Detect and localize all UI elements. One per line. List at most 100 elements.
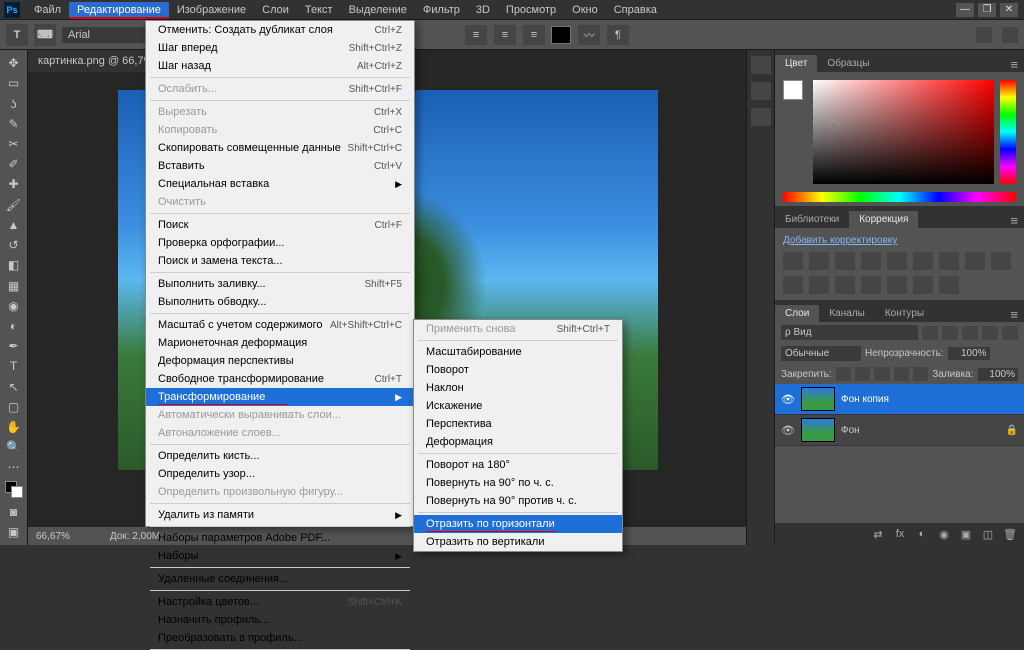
transform-menu-item-5[interactable]: Искажение xyxy=(414,397,622,415)
transform-menu-item-9[interactable]: Поворот на 180° xyxy=(414,456,622,474)
adj-curves-icon[interactable] xyxy=(835,252,855,270)
lock-nest-icon[interactable] xyxy=(894,367,909,381)
tab-swatches[interactable]: Образцы xyxy=(817,55,879,72)
adj-colorbal-icon[interactable] xyxy=(939,252,959,270)
edit-menu-item-40[interactable]: Назначить профиль... xyxy=(146,611,414,629)
menu-текст[interactable]: Текст xyxy=(297,2,341,18)
edit-menu-item-9[interactable]: ВставитьCtrl+V xyxy=(146,157,414,175)
menu-выделение[interactable]: Выделение xyxy=(341,2,415,18)
add-adjustment-link[interactable]: Добавить корректировку xyxy=(783,235,897,246)
maximize-button[interactable]: ❐ xyxy=(978,3,996,17)
filter-shape-icon[interactable] xyxy=(982,326,998,340)
edit-menu-item-14[interactable]: Проверка орфографии... xyxy=(146,234,414,252)
menu-фильтр[interactable]: Фильтр xyxy=(415,2,468,18)
more-tools[interactable]: ⋯ xyxy=(3,458,25,476)
blur-tool[interactable]: ◉ xyxy=(3,297,25,315)
tab-paths[interactable]: Контуры xyxy=(875,305,934,322)
layer-visibility-icon[interactable]: 👁 xyxy=(781,424,795,437)
layer-mask-icon[interactable]: ◐ xyxy=(914,527,930,541)
tab-channels[interactable]: Каналы xyxy=(819,305,875,322)
pen-tool[interactable]: ✒ xyxy=(3,337,25,355)
filter-image-icon[interactable] xyxy=(922,326,938,340)
close-button[interactable]: ✕ xyxy=(1000,3,1018,17)
adj-lookup-icon[interactable] xyxy=(809,276,829,294)
type-tool[interactable]: T xyxy=(3,357,25,375)
edit-menu-item-37[interactable]: Удаленные соединения... xyxy=(146,570,414,588)
adj-gradmap-icon[interactable] xyxy=(913,276,933,294)
path-select-tool[interactable]: ↖ xyxy=(3,378,25,396)
tab-layers[interactable]: Слои xyxy=(775,305,819,322)
adjustments-panel-menu-icon[interactable]: ≡ xyxy=(1004,213,1024,228)
edit-menu-item-32[interactable]: Удалить из памяти▶ xyxy=(146,506,414,524)
color-swatches[interactable] xyxy=(3,479,25,501)
filter-adj-icon[interactable] xyxy=(942,326,958,340)
tool-preset-icon[interactable]: ⌨ xyxy=(34,24,56,46)
lock-image-icon[interactable] xyxy=(855,367,870,381)
transform-menu-item-14[interactable]: Отразить по вертикали xyxy=(414,533,622,551)
character-panel-icon[interactable] xyxy=(751,108,771,126)
gradient-tool[interactable]: ▦ xyxy=(3,276,25,294)
eyedropper-tool[interactable]: ✐ xyxy=(3,155,25,173)
layer-row-0[interactable]: 👁Фон копия xyxy=(775,384,1024,415)
menu-редактирование[interactable]: Редактирование xyxy=(69,2,169,18)
spectrum-strip[interactable] xyxy=(783,192,1016,202)
new-group-icon[interactable]: ▣ xyxy=(958,527,974,541)
zoom-tool[interactable]: 🔍 xyxy=(3,438,25,456)
crop-tool[interactable]: ✂ xyxy=(3,135,25,153)
layer-row-1[interactable]: 👁Фон🔒 xyxy=(775,415,1024,446)
edit-menu-item-0[interactable]: Отменить: Создать дубликат слояCtrl+Z xyxy=(146,21,414,39)
edit-menu-item-2[interactable]: Шаг назадAlt+Ctrl+Z xyxy=(146,57,414,75)
transform-menu-item-10[interactable]: Повернуть на 90° по ч. с. xyxy=(414,474,622,492)
layer-thumbnail[interactable] xyxy=(801,418,835,442)
layers-panel-menu-icon[interactable]: ≡ xyxy=(1004,307,1024,322)
move-tool[interactable]: ✥ xyxy=(3,54,25,72)
warp-text-button[interactable]: 〰 xyxy=(578,25,600,45)
hand-tool[interactable]: ✋ xyxy=(3,418,25,436)
edit-menu-item-23[interactable]: Свободное трансформированиеCtrl+T xyxy=(146,370,414,388)
menu-окно[interactable]: Окно xyxy=(564,2,606,18)
blend-mode-select[interactable]: Обычные xyxy=(781,346,861,361)
link-layers-icon[interactable]: ⇄ xyxy=(870,527,886,541)
zoom-level[interactable]: 66,67% xyxy=(36,531,70,542)
edit-menu-item-17[interactable]: Выполнить заливку...Shift+F5 xyxy=(146,275,414,293)
char-panel-button[interactable]: ¶ xyxy=(607,25,629,45)
edit-menu-item-35[interactable]: Наборы▶ xyxy=(146,547,414,565)
history-brush-tool[interactable]: ↺ xyxy=(3,236,25,254)
align-right-button[interactable]: ≡ xyxy=(523,25,545,45)
eraser-tool[interactable]: ◧ xyxy=(3,256,25,274)
filter-smart-icon[interactable] xyxy=(1002,326,1018,340)
new-layer-icon[interactable]: ◫ xyxy=(980,527,996,541)
lasso-tool[interactable]: ʖ xyxy=(3,94,25,112)
edit-menu-item-28[interactable]: Определить кисть... xyxy=(146,447,414,465)
filter-text-icon[interactable] xyxy=(962,326,978,340)
transform-menu-item-11[interactable]: Повернуть на 90° против ч. с. xyxy=(414,492,622,510)
panel-toggle-1[interactable] xyxy=(976,27,992,43)
edit-menu-item-39[interactable]: Настройка цветов...Shift+Ctrl+K xyxy=(146,593,414,611)
edit-menu-item-34[interactable]: Наборы параметров Adobe PDF... xyxy=(146,529,414,547)
edit-menu-item-8[interactable]: Скопировать совмещенные данныеShift+Ctrl… xyxy=(146,139,414,157)
layer-thumbnail[interactable] xyxy=(801,387,835,411)
new-adj-layer-icon[interactable]: ◉ xyxy=(936,527,952,541)
transform-menu-item-4[interactable]: Наклон xyxy=(414,379,622,397)
menu-слои[interactable]: Слои xyxy=(254,2,297,18)
edit-menu-item-41[interactable]: Преобразовать в профиль... xyxy=(146,629,414,647)
opacity-input[interactable]: 100% xyxy=(948,347,990,360)
lock-trans-icon[interactable] xyxy=(836,367,851,381)
hue-slider[interactable] xyxy=(1000,80,1016,184)
menu-файл[interactable]: Файл xyxy=(26,2,69,18)
dodge-tool[interactable]: ◐ xyxy=(3,317,25,335)
edit-menu-item-21[interactable]: Марионеточная деформация xyxy=(146,334,414,352)
edit-menu-item-20[interactable]: Масштаб с учетом содержимогоAlt+Shift+Ct… xyxy=(146,316,414,334)
edit-menu-item-24[interactable]: Трансформирование▶ xyxy=(146,388,414,406)
lock-pos-icon[interactable] xyxy=(874,367,889,381)
edit-menu-item-15[interactable]: Поиск и замена текста... xyxy=(146,252,414,270)
tab-color[interactable]: Цвет xyxy=(775,55,817,72)
edit-menu-item-22[interactable]: Деформация перспективы xyxy=(146,352,414,370)
rectangle-tool[interactable]: ▢ xyxy=(3,398,25,416)
transform-menu-item-2[interactable]: Масштабирование xyxy=(414,343,622,361)
adj-threshold-icon[interactable] xyxy=(887,276,907,294)
edit-menu-item-10[interactable]: Специальная вставка▶ xyxy=(146,175,414,193)
adj-bw-icon[interactable] xyxy=(965,252,985,270)
properties-panel-icon[interactable] xyxy=(751,82,771,100)
screenmode-toggle[interactable]: ▣ xyxy=(3,523,25,541)
